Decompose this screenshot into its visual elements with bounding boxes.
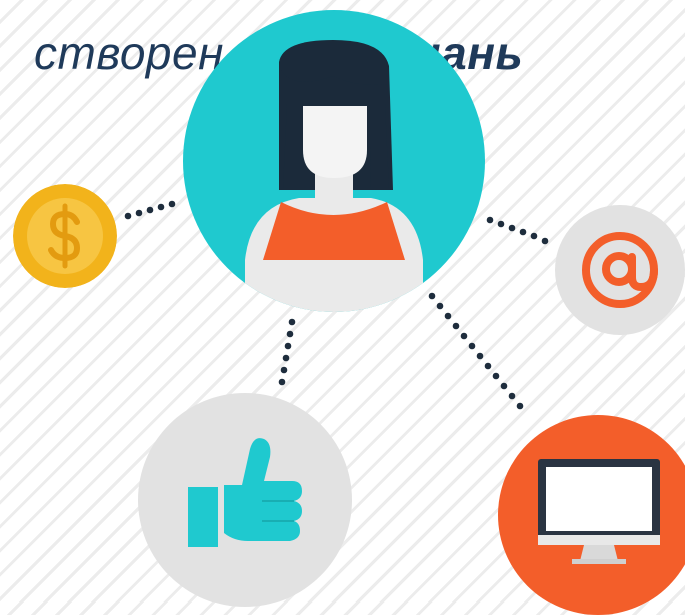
monitor-icon (498, 415, 685, 615)
at-sign-icon (555, 205, 685, 335)
woman-avatar-icon (183, 10, 485, 312)
thumbs-up-icon (138, 393, 352, 607)
dollar-coin-icon (13, 184, 117, 288)
